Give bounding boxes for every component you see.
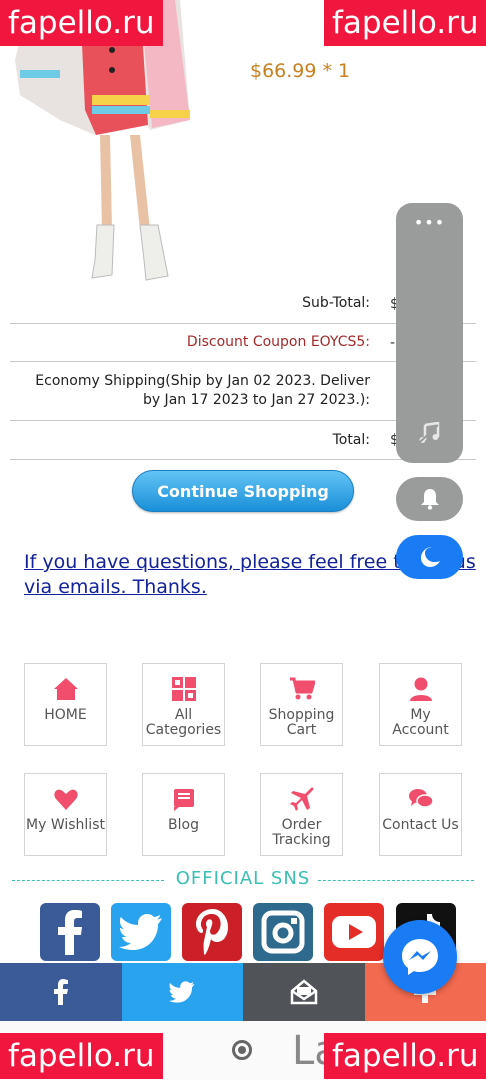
tile-label: Shopping Cart [268,707,335,738]
shipping-label: Economy Shipping(Ship by Jan 02 2023. De… [35,373,370,408]
facebook-button[interactable] [40,903,100,961]
product-price: $66.99 * 1 [250,60,351,82]
twitter-button[interactable] [111,903,171,961]
tile-label: My Account [392,707,449,738]
dark-mode-button[interactable] [396,535,463,579]
twitter-icon [119,914,162,950]
tile-label: HOME [44,707,87,723]
watermark-top-left: fapello.ru [0,0,163,46]
page: $66.99 * 1 Sub-Total: $ Discount Coupon … [0,0,486,1080]
share-email-button[interactable] [243,963,365,1021]
coupon-label: Discount Coupon EOYCS5: [186,334,370,350]
youtube-icon [332,916,376,948]
continue-shopping-button[interactable]: Continue Shopping [132,470,354,512]
instagram-button[interactable] [253,903,313,961]
watermark-bottom-right: fapello.ru [324,1033,486,1079]
account-icon [409,677,432,701]
tile-home[interactable]: HOME [24,663,107,746]
blog-icon [173,789,194,811]
notification-button[interactable] [396,477,463,521]
moon-icon [420,547,440,567]
more-options-icon[interactable]: ••• [396,213,463,232]
bell-icon [420,489,439,510]
twitter-icon [169,981,195,1003]
subtotal-label: Sub-Total: [302,295,370,311]
chat-icon [408,789,434,808]
tile-blog[interactable]: Blog [142,773,225,856]
tile-label: My Wishlist [26,817,105,833]
tile-my-account[interactable]: My Account [379,663,462,746]
total-label: Total: [332,431,370,448]
tile-label: Blog [168,817,199,833]
messenger-chat-button[interactable] [383,920,457,994]
coupon-value: - [390,334,396,351]
sns-title: OFFICIAL SNS [175,868,311,889]
tile-label: Order Tracking [272,817,331,848]
wishlist-icon [53,789,78,810]
pinterest-button[interactable] [182,903,242,961]
categories-icon [171,677,196,701]
messenger-icon [402,939,438,975]
plane-icon [289,787,313,811]
tile-label: All Categories [145,707,222,738]
nav-home-button[interactable] [232,1040,252,1060]
share-twitter-button[interactable] [121,963,243,1021]
instagram-icon [261,910,305,954]
facebook-icon [58,910,82,955]
cart-icon [289,677,315,700]
facebook-icon [53,979,68,1005]
watermark-bottom-left: fapello.ru [0,1033,163,1079]
home-icon [53,678,78,700]
tile-all-categories[interactable]: All Categories [142,663,225,746]
tile-order-tracking[interactable]: Order Tracking [260,773,343,856]
email-icon [290,979,317,1005]
tile-label: Contact Us [382,817,459,833]
tile-my-wishlist[interactable]: My Wishlist [24,773,107,856]
youtube-button[interactable] [324,903,384,961]
tile-shopping-cart[interactable]: Shopping Cart [260,663,343,746]
pinterest-icon [196,909,228,955]
watermark-top-right: fapello.ru [324,0,486,46]
share-facebook-button[interactable] [0,963,122,1021]
tile-contact-us[interactable]: Contact Us [379,773,462,856]
floating-side-panel: ••• [396,203,463,463]
music-icon[interactable] [418,422,440,444]
